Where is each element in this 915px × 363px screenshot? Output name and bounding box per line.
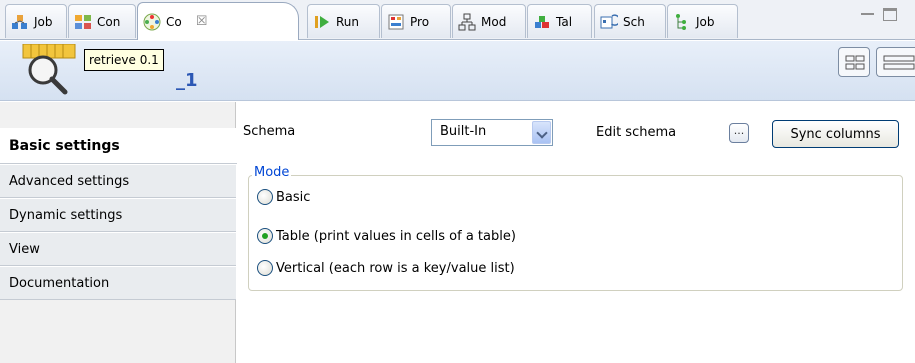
schema-select-value: Built-In <box>440 124 487 139</box>
sidebar-item-label: Dynamic settings <box>9 207 123 223</box>
tab-label: Mod <box>481 14 507 29</box>
basic-settings-panel: Schema Built-In Edit schema ... Sync col… <box>237 102 915 363</box>
mode-legend: Mode <box>252 165 292 180</box>
contexts-icon <box>74 13 92 31</box>
tab-label: Job <box>696 14 715 29</box>
tab-component[interactable]: Co ☒ <box>137 2 299 40</box>
tab-label: Con <box>97 14 121 29</box>
problems-icon <box>387 13 405 31</box>
edit-schema-label: Edit schema <box>596 125 677 140</box>
sidebar-item-advanced-settings[interactable]: Advanced settings <box>0 164 236 198</box>
sidebar-item-documentation[interactable]: Documentation <box>0 266 236 300</box>
mode-option-basic[interactable]: Basic <box>257 186 310 208</box>
tab-modules[interactable]: Mod <box>452 4 526 38</box>
radio-button[interactable] <box>257 260 273 276</box>
sidebar-item-label: View <box>9 241 40 257</box>
talend-icon <box>533 13 551 31</box>
settings-sidebar: Basic settings Advanced settings Dynamic… <box>0 102 237 363</box>
sidebar-item-label: Advanced settings <box>9 173 130 189</box>
sync-columns-button[interactable]: Sync columns <box>772 120 899 148</box>
edit-schema-button[interactable]: ... <box>729 123 749 143</box>
radio-button[interactable] <box>257 189 273 205</box>
list-layout-icon <box>883 55 915 70</box>
job-hierarchy-icon <box>673 13 691 31</box>
schema-label: Schema <box>243 124 296 139</box>
tab-label: Pro <box>410 14 430 29</box>
sidebar-item-basic-settings[interactable]: Basic settings <box>0 128 237 164</box>
schema-select[interactable]: Built-In <box>431 119 553 146</box>
tab-label: Tal <box>556 14 573 29</box>
mode-option-vertical[interactable]: Vertical (each row is a key/value list) <box>257 257 515 279</box>
tab-label: Co <box>166 14 182 29</box>
sidebar-item-view[interactable]: View <box>0 232 236 266</box>
radio-button[interactable] <box>257 228 273 244</box>
scheduler-icon <box>600 13 621 31</box>
layout-toggle-button-2[interactable] <box>876 47 915 77</box>
tab-job-hierarchy[interactable]: Job <box>667 4 738 38</box>
tooltip: retrieve 0.1 <box>84 49 164 71</box>
component-title: _1 <box>176 70 198 91</box>
modules-icon <box>458 13 476 31</box>
sync-columns-label: Sync columns <box>790 126 881 142</box>
tab-problems[interactable]: Pro <box>381 4 451 38</box>
chevron-down-icon[interactable] <box>532 121 551 144</box>
maximize-icon[interactable] <box>883 8 897 21</box>
radio-label: Table (print values in cells of a table) <box>276 228 516 244</box>
tab-label: Run <box>336 14 360 29</box>
tab-label: Job <box>34 14 53 29</box>
log-row-magnifier-icon <box>21 43 79 96</box>
tab-label: Sch <box>623 14 645 29</box>
close-icon[interactable]: ☒ <box>196 14 208 29</box>
minimize-icon[interactable] <box>861 13 874 15</box>
sidebar-item-label: Documentation <box>9 275 110 291</box>
component-title-bar: retrieve 0.1 _1 <box>0 41 915 101</box>
radio-label: Vertical (each row is a key/value list) <box>276 260 515 276</box>
sidebar-item-label: Basic settings <box>9 138 120 154</box>
run-icon <box>313 13 331 31</box>
tab-run[interactable]: Run <box>307 4 380 38</box>
editor-tab-strip: Job Con Co ☒ Run Pro Mod Tal Sch Job <box>0 0 915 40</box>
layout-toggle-button[interactable] <box>838 47 870 77</box>
tab-talend[interactable]: Tal <box>527 4 592 38</box>
radio-label: Basic <box>276 189 311 205</box>
job-icon <box>11 13 29 31</box>
sidebar-item-dynamic-settings[interactable]: Dynamic settings <box>0 198 236 232</box>
grid-layout-icon <box>845 55 865 70</box>
tab-scheduler[interactable]: Sch <box>594 4 666 38</box>
window-controls <box>845 4 915 36</box>
tab-contexts[interactable]: Con <box>68 4 136 38</box>
tab-job[interactable]: Job <box>5 4 67 38</box>
component-icon <box>143 13 161 31</box>
mode-option-table[interactable]: Table (print values in cells of a table) <box>257 225 516 247</box>
